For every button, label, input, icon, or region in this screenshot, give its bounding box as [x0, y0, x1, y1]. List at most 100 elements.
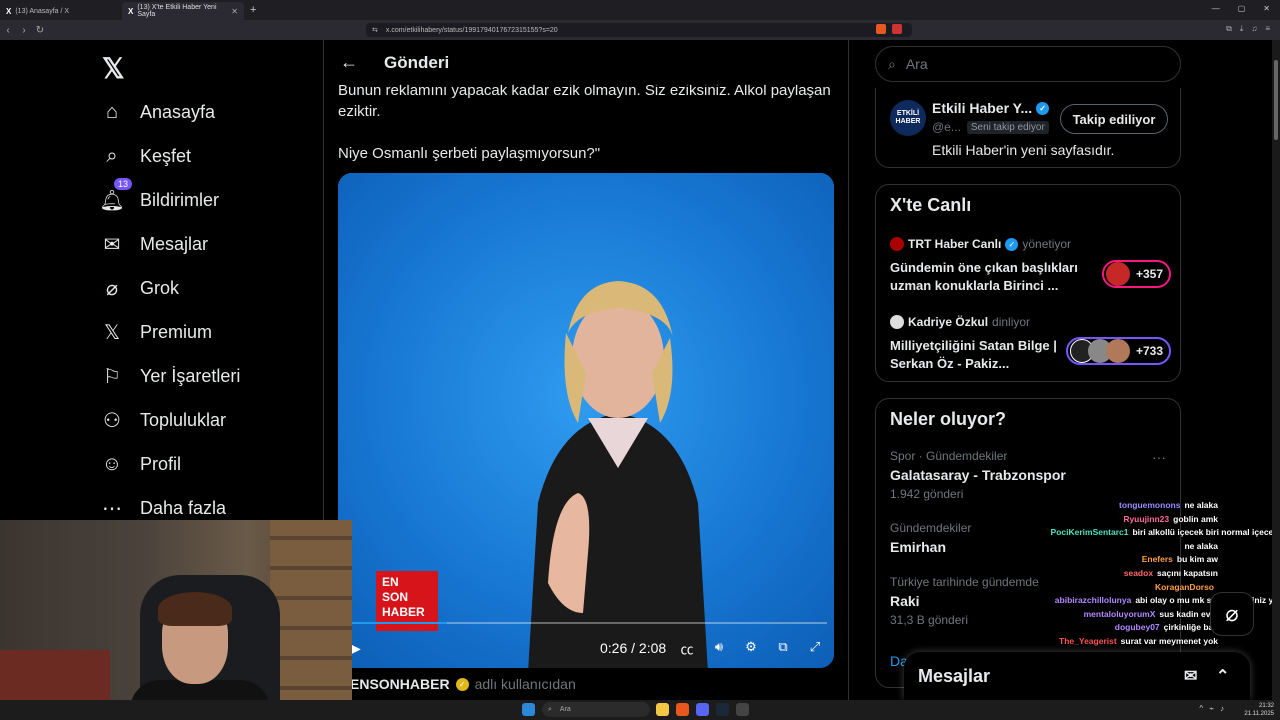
window-close-icon[interactable]: ✕: [1263, 4, 1270, 13]
space-listeners-pill[interactable]: +357: [1102, 260, 1172, 288]
sidebar-item-daha-fazla[interactable]: ⋯ Daha fazla: [100, 496, 226, 520]
grok-fab-icon[interactable]: ⌀: [1210, 592, 1254, 636]
logo-line: SON: [382, 590, 409, 604]
messages-drawer[interactable]: Mesajlar ✉ ⌃: [904, 652, 1250, 700]
brave-icon[interactable]: [676, 703, 689, 716]
chat-message: ne alaka: [1180, 541, 1218, 551]
following-button[interactable]: Takip ediliyor: [1060, 104, 1168, 134]
notification-badge: 13: [113, 178, 132, 190]
tab-close-icon[interactable]: ✕: [231, 7, 238, 16]
chat-message: Enefers bu kim aw: [1142, 554, 1218, 564]
listener-count: +733: [1136, 344, 1164, 358]
expand-drawer-icon[interactable]: ⌃: [1216, 666, 1229, 686]
maximize-icon[interactable]: ▢: [1238, 4, 1246, 13]
search-input[interactable]: ⌕ Ara: [875, 46, 1181, 82]
chat-message: tonguemonons ne alaka: [1119, 500, 1218, 510]
taskbar-search[interactable]: ⌕ Ara: [542, 702, 650, 717]
webcam-bookshelf: [270, 520, 352, 720]
browser-tab-post[interactable]: X (13) X'te Etkili Haber Yeni Sayfa ✕: [122, 2, 244, 20]
chat-username: Enefers: [1141, 554, 1173, 565]
clock[interactable]: 21:32 21.11.2025: [1244, 702, 1274, 718]
sidebar-item-profil[interactable]: ☺ Profil: [100, 452, 181, 476]
account-bio: Etkili Haber'in yeni sayfasıdır.: [932, 142, 1115, 158]
url-text: x.com/etkilihabery/status/19917940176723…: [385, 26, 558, 34]
browser-tabbar: X (13) Anasayfa / X X (13) X'te Etkili H…: [0, 0, 1280, 20]
sidebar-item-anasayfa[interactable]: ⌂ Anasayfa: [100, 100, 215, 124]
people-icon: ⚇: [103, 409, 121, 432]
bookmark-icon: ⚐: [103, 365, 121, 388]
volume-icon[interactable]: ♪: [1220, 704, 1224, 713]
chat-text: ne alaka: [1184, 500, 1218, 510]
avatar[interactable]: ETKİLİ HABER: [890, 100, 926, 136]
media-icon[interactable]: ♫: [1251, 24, 1257, 34]
account-name[interactable]: Etkili Haber Y... ✓: [932, 100, 1050, 116]
account-card: ETKİLİ HABER Etkili Haber Y... ✓ @e... S…: [875, 88, 1181, 168]
space-title[interactable]: Gündemin öne çıkan başlıkları uzman konu…: [890, 259, 1090, 295]
discord-icon[interactable]: [696, 703, 709, 716]
logo-line: EN: [382, 575, 399, 589]
settings-gear-icon[interactable]: ⚙: [742, 639, 760, 658]
obs-icon[interactable]: [736, 703, 749, 716]
back-arrow-icon[interactable]: ←: [340, 52, 358, 73]
sidebar-item-label: Grok: [140, 277, 180, 298]
extensions-icon[interactable]: ⧉: [1226, 24, 1232, 34]
space-listeners-pill[interactable]: +733: [1066, 337, 1172, 365]
x-logo-icon[interactable]: 𝕏: [102, 52, 125, 85]
back-icon[interactable]: ‹: [0, 25, 16, 36]
network-icon[interactable]: ⌁: [1209, 704, 1214, 713]
menu-icon[interactable]: ≡: [1265, 24, 1270, 34]
captions-icon[interactable]: ㏄: [678, 639, 696, 658]
sidebar-item-premium[interactable]: 𝕏 Premium: [100, 320, 212, 344]
source-name[interactable]: ENSONHABER: [350, 676, 450, 692]
steam-icon[interactable]: [716, 703, 729, 716]
webcam-overlay: [0, 520, 352, 720]
avatar: [1106, 339, 1130, 363]
video-controls: ▶ 0:26 / 2:08 ㏄ 🔊︎ ⚙ ⧉ ⤢: [338, 633, 834, 663]
fullscreen-icon[interactable]: ⤢: [806, 639, 824, 658]
sidebar-item-bildirimler[interactable]: 🔔︎ 13 Bildirimler: [99, 178, 220, 212]
new-message-icon[interactable]: ✉: [1184, 666, 1197, 686]
sidebar-item-yer-i-şaretleri[interactable]: ⚐ Yer İşaretleri: [100, 364, 240, 388]
folder-icon[interactable]: [656, 703, 669, 716]
space-title[interactable]: Milliyetçiliğini Satan Bilge | Serkan Öz…: [890, 337, 1090, 373]
chat-text: bu kim aw: [1176, 554, 1218, 565]
video-progress-bar[interactable]: [352, 622, 827, 624]
sidebar-item-grok[interactable]: ⌀ Grok: [100, 276, 179, 300]
minimize-icon[interactable]: —: [1212, 4, 1220, 13]
brave-shield-icon[interactable]: [876, 24, 886, 34]
page-scrollbar[interactable]: [1272, 40, 1280, 700]
reload-icon[interactable]: ↻: [32, 25, 48, 36]
trend-name[interactable]: Galatasaray - Trabzonspor: [890, 467, 1066, 483]
volume-icon[interactable]: 🔊︎: [710, 639, 728, 658]
chat-text: surat var meymenet yok: [1120, 636, 1218, 646]
forward-icon[interactable]: ›: [16, 25, 32, 36]
video-player[interactable]: EN SON HABER ▶ 0:26 / 2:08 ㏄ 🔊︎ ⚙ ⧉ ⤢: [338, 173, 834, 668]
chevron-up-icon[interactable]: ^: [1199, 704, 1203, 713]
new-tab-button[interactable]: +: [244, 4, 262, 16]
extensions: [876, 24, 902, 34]
chat-text: saçını kapatsın: [1157, 568, 1218, 578]
browser-tab-home[interactable]: X (13) Anasayfa / X: [0, 2, 122, 20]
sidebar-item-label: Premium: [140, 321, 213, 342]
chat-username: mentaloluyorumX: [1083, 608, 1156, 619]
sidebar-item-mesajlar[interactable]: ✉ Mesajlar: [100, 232, 208, 256]
sidebar-item-topluluklar[interactable]: ⚇ Topluluklar: [100, 408, 226, 432]
address-bar[interactable]: ⇆ x.com/etkilihabery/status/199179401767…: [366, 23, 912, 37]
account-handle: @e... Seni takip ediyor: [932, 120, 1049, 134]
trend-name[interactable]: Raki: [890, 593, 920, 609]
trend-meta: Türkiye tarihinde gündemde: [890, 575, 1039, 589]
trend-count: 31,3 B gönderi: [890, 613, 969, 627]
windows-start-icon[interactable]: [522, 703, 535, 716]
sidebar-item-keşfet[interactable]: ⌕ Keşfet: [100, 144, 191, 168]
scrollbar-thumb[interactable]: [1274, 60, 1278, 140]
sidebar-item-label: Bildirimler: [140, 189, 220, 210]
site-info-icon[interactable]: ⇆: [372, 26, 378, 34]
taskbar-pinned: [656, 703, 749, 716]
rewards-icon[interactable]: [892, 24, 902, 34]
download-icon[interactable]: ⤓: [1240, 24, 1244, 34]
trend-name[interactable]: Emirhan: [890, 539, 946, 555]
tab-label: (13) X'te Etkili Haber Yeni Sayfa: [137, 4, 217, 18]
chat-message: Ryuujinn23 goblin amk: [1123, 514, 1218, 524]
pip-icon[interactable]: ⧉: [774, 639, 792, 658]
trend-more-icon[interactable]: ···: [1152, 449, 1166, 465]
